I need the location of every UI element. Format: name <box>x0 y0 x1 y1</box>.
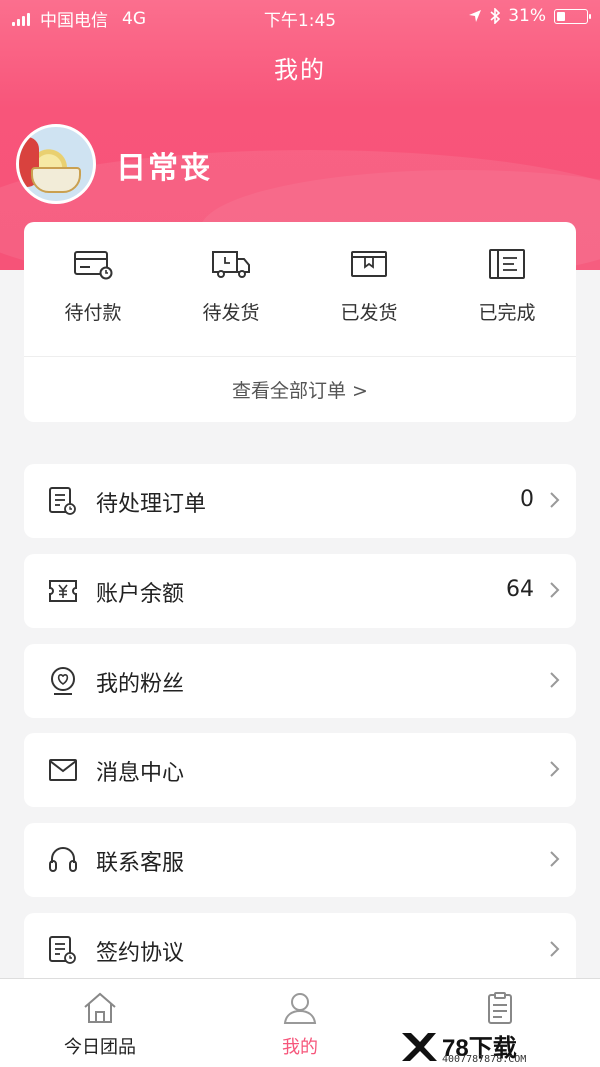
chevron-right-icon <box>550 941 560 957</box>
bluetooth-icon <box>490 8 501 24</box>
tab-mine[interactable]: 我的 <box>200 991 400 1059</box>
avatar-art <box>31 167 81 193</box>
orders-card: 待付款 待发货 已发货 已完成 查看全部订单 > <box>24 222 576 422</box>
pending-order-count: 0 <box>520 487 534 512</box>
order-pending-shipment[interactable]: 待发货 <box>162 248 300 325</box>
menu-item-pending-orders[interactable]: 待处理订单 0 <box>24 464 576 538</box>
battery-icon <box>554 8 591 24</box>
watermark-url: 4007787878.COM <box>442 1054 527 1065</box>
status-bar: 中国电信 4G 下午1:45 31% <box>0 0 600 34</box>
order-label: 已完成 <box>478 302 536 324</box>
divider <box>24 356 576 357</box>
menu-label: 联系客服 <box>96 851 185 876</box>
menu-item-my-fans[interactable]: 我的粉丝 <box>24 644 576 718</box>
order-completed[interactable]: 已完成 <box>438 248 576 325</box>
list-doc-icon <box>489 249 525 279</box>
balance-value: 64 <box>506 577 534 602</box>
menu-item-customer-service[interactable]: 联系客服 <box>24 823 576 897</box>
pending-order-icon <box>49 487 76 515</box>
package-icon <box>351 251 387 277</box>
menu-label: 签约协议 <box>96 941 185 966</box>
menu-label: 消息中心 <box>96 761 185 786</box>
menu-label: 账户余额 <box>96 582 185 607</box>
location-icon <box>469 10 482 22</box>
headset-icon <box>49 847 77 872</box>
balance-icon <box>49 580 77 602</box>
order-label: 待付款 <box>64 302 122 324</box>
menu-item-account-balance[interactable]: 账户余额 64 <box>24 554 576 628</box>
order-label: 已发货 <box>340 302 398 324</box>
tab-orders[interactable] <box>400 991 600 1025</box>
avatar[interactable] <box>16 124 96 204</box>
order-label: 待发货 <box>202 302 260 324</box>
menu-label: 我的粉丝 <box>96 672 185 697</box>
tab-today-deals[interactable]: 今日团品 <box>0 991 200 1059</box>
truck-icon <box>212 251 250 278</box>
mail-icon <box>49 759 77 781</box>
order-shipped[interactable]: 已发货 <box>300 248 438 325</box>
menu-item-agreement[interactable]: 签约协议 <box>24 913 576 987</box>
user-icon <box>283 993 317 1024</box>
menu-label: 待处理订单 <box>96 492 207 517</box>
home-icon <box>84 992 116 1023</box>
menu-item-message-center[interactable]: 消息中心 <box>24 733 576 807</box>
chevron-right-icon <box>550 492 560 508</box>
page-title: 我的 <box>274 56 326 84</box>
username: 日常丧 <box>116 151 212 186</box>
chevron-right-icon <box>550 582 560 598</box>
battery-level <box>557 11 565 21</box>
status-time: 下午1:45 <box>263 11 337 31</box>
tab-label: 今日团品 <box>64 1037 136 1058</box>
chevron-right-icon <box>550 761 560 777</box>
tab-label: 我的 <box>282 1037 318 1058</box>
agreement-icon <box>49 936 76 964</box>
watermark: 78下载 4007787878.COM <box>400 1028 590 1065</box>
clipboard-icon <box>488 992 512 1024</box>
watermark-logo-icon <box>402 1033 437 1061</box>
chevron-right-icon <box>550 672 560 688</box>
card-clock-icon <box>74 251 113 280</box>
battery-percent: 31% <box>508 6 546 26</box>
view-all-orders-link[interactable]: 查看全部订单 > <box>24 376 576 403</box>
order-pending-payment[interactable]: 待付款 <box>24 248 162 325</box>
chevron-right-icon <box>550 851 560 867</box>
fans-icon <box>51 667 75 695</box>
